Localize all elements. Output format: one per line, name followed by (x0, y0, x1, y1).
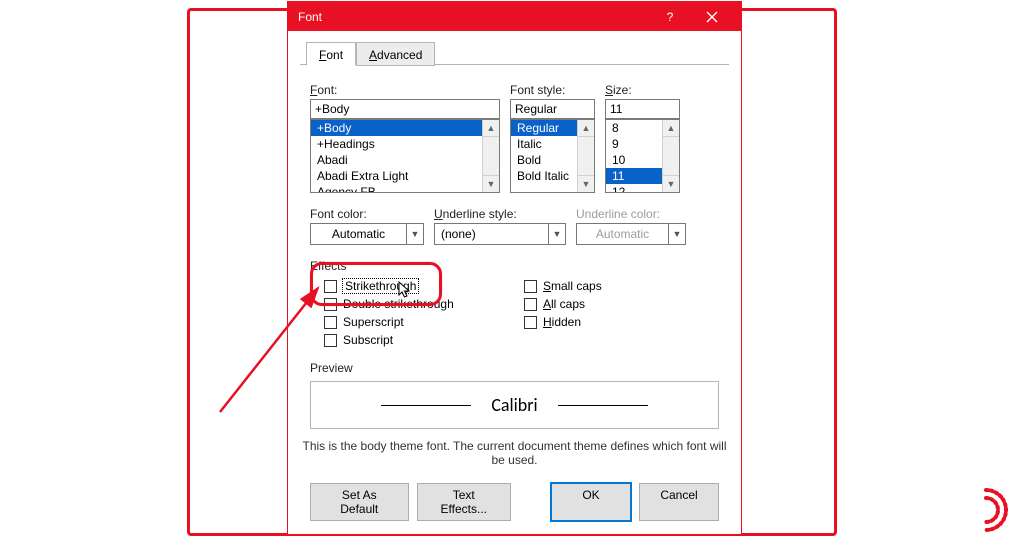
chevron-down-icon: ▼ (668, 224, 685, 244)
list-item[interactable]: 12 (606, 184, 662, 193)
preview-box: Calibri (310, 381, 719, 429)
preview-text: Calibri (491, 394, 537, 416)
window-title: Font (298, 10, 322, 24)
list-item[interactable]: 8 (606, 120, 662, 136)
list-item[interactable]: Regular (511, 120, 577, 136)
list-item[interactable]: +Headings (311, 136, 482, 152)
cancel-button[interactable]: Cancel (639, 483, 719, 521)
font-color-combo[interactable]: Automatic ▼ (310, 223, 424, 245)
checkbox-label: Superscript (343, 315, 404, 329)
list-item[interactable]: +Body (311, 120, 482, 136)
underline-style-label: Underline style: (434, 207, 566, 221)
annotation-highlight (310, 262, 442, 306)
checkbox-box (524, 298, 537, 311)
preview-group: Preview (310, 361, 719, 375)
scroll-down-icon[interactable]: ▼ (578, 175, 594, 192)
scroll-down-icon[interactable]: ▼ (483, 175, 499, 192)
tab-font[interactable]: Font (306, 42, 356, 66)
font-style-input[interactable] (510, 99, 595, 119)
font-color-value: Automatic (311, 224, 406, 244)
underline-color-label: Underline color: (576, 207, 686, 221)
checkbox-label: Subscript (343, 333, 393, 347)
btn-spacer (519, 483, 543, 521)
scroll-down-icon[interactable]: ▼ (663, 175, 679, 192)
list-item[interactable]: Agency FB (311, 184, 482, 193)
size-input[interactable] (605, 99, 680, 119)
help-button[interactable]: ? (649, 2, 691, 31)
tab-advanced[interactable]: Advanced (356, 42, 435, 66)
ok-button[interactable]: OK (551, 483, 631, 521)
chevron-down-icon[interactable]: ▼ (548, 224, 565, 244)
list-item[interactable]: Abadi (311, 152, 482, 168)
checkbox-box (524, 280, 537, 293)
set-as-default-button[interactable]: Set As Default (310, 483, 409, 521)
scrollbar[interactable]: ▲ ▼ (482, 120, 499, 192)
checkbox-label: Small caps (543, 279, 602, 293)
checkbox-label: All caps (543, 297, 585, 311)
list-item[interactable]: 11 (606, 168, 662, 184)
preview-footnote: This is the body theme font. The current… (300, 439, 729, 467)
checkbox-label: Hidden (543, 315, 581, 329)
font-listbox[interactable]: +Body +Headings Abadi Abadi Extra Light … (310, 119, 500, 193)
preview-underline-left (381, 405, 471, 406)
checkbox-hidden[interactable]: Hidden (524, 315, 602, 329)
scrollbar[interactable]: ▲ ▼ (577, 120, 594, 192)
font-style-label: Font style: (510, 83, 595, 97)
size-listbox[interactable]: 8 9 10 11 12 ▲ ▼ (605, 119, 680, 193)
checkbox-box (324, 316, 337, 329)
underline-style-value: (none) (435, 224, 548, 244)
list-item[interactable]: Bold Italic (511, 168, 577, 184)
preview-underline-right (558, 405, 648, 406)
close-button[interactable] (691, 2, 733, 31)
size-label: Size: (605, 83, 680, 97)
scroll-up-icon[interactable]: ▲ (578, 120, 594, 137)
underline-style-combo[interactable]: (none) ▼ (434, 223, 566, 245)
list-item[interactable]: Abadi Extra Light (311, 168, 482, 184)
scroll-up-icon[interactable]: ▲ (663, 120, 679, 137)
brand-logo-icon (960, 484, 1012, 536)
scrollbar[interactable]: ▲ ▼ (662, 120, 679, 192)
font-style-listbox[interactable]: Regular Italic Bold Bold Italic ▲ ▼ (510, 119, 595, 193)
scroll-up-icon[interactable]: ▲ (483, 120, 499, 137)
font-label: Font: (310, 83, 500, 97)
checkbox-subscript[interactable]: Subscript (324, 333, 510, 347)
chevron-down-icon[interactable]: ▼ (406, 224, 423, 244)
text-effects-button[interactable]: Text Effects... (417, 483, 511, 521)
list-item[interactable]: 9 (606, 136, 662, 152)
checkbox-small-caps[interactable]: Small caps (524, 279, 602, 293)
list-item[interactable]: Bold (511, 152, 577, 168)
list-item[interactable]: 10 (606, 152, 662, 168)
checkbox-superscript[interactable]: Superscript (324, 315, 510, 329)
checkbox-box (324, 334, 337, 347)
underline-color-value: Automatic (577, 224, 668, 244)
checkbox-box (524, 316, 537, 329)
list-item[interactable]: Italic (511, 136, 577, 152)
underline-color-combo: Automatic ▼ (576, 223, 686, 245)
titlebar[interactable]: Font ? (288, 2, 741, 31)
checkbox-all-caps[interactable]: All caps (524, 297, 602, 311)
preview-label: Preview (310, 361, 719, 375)
tab-strip: Font Advanced (300, 39, 729, 65)
font-input[interactable] (310, 99, 500, 119)
font-color-label: Font color: (310, 207, 424, 221)
